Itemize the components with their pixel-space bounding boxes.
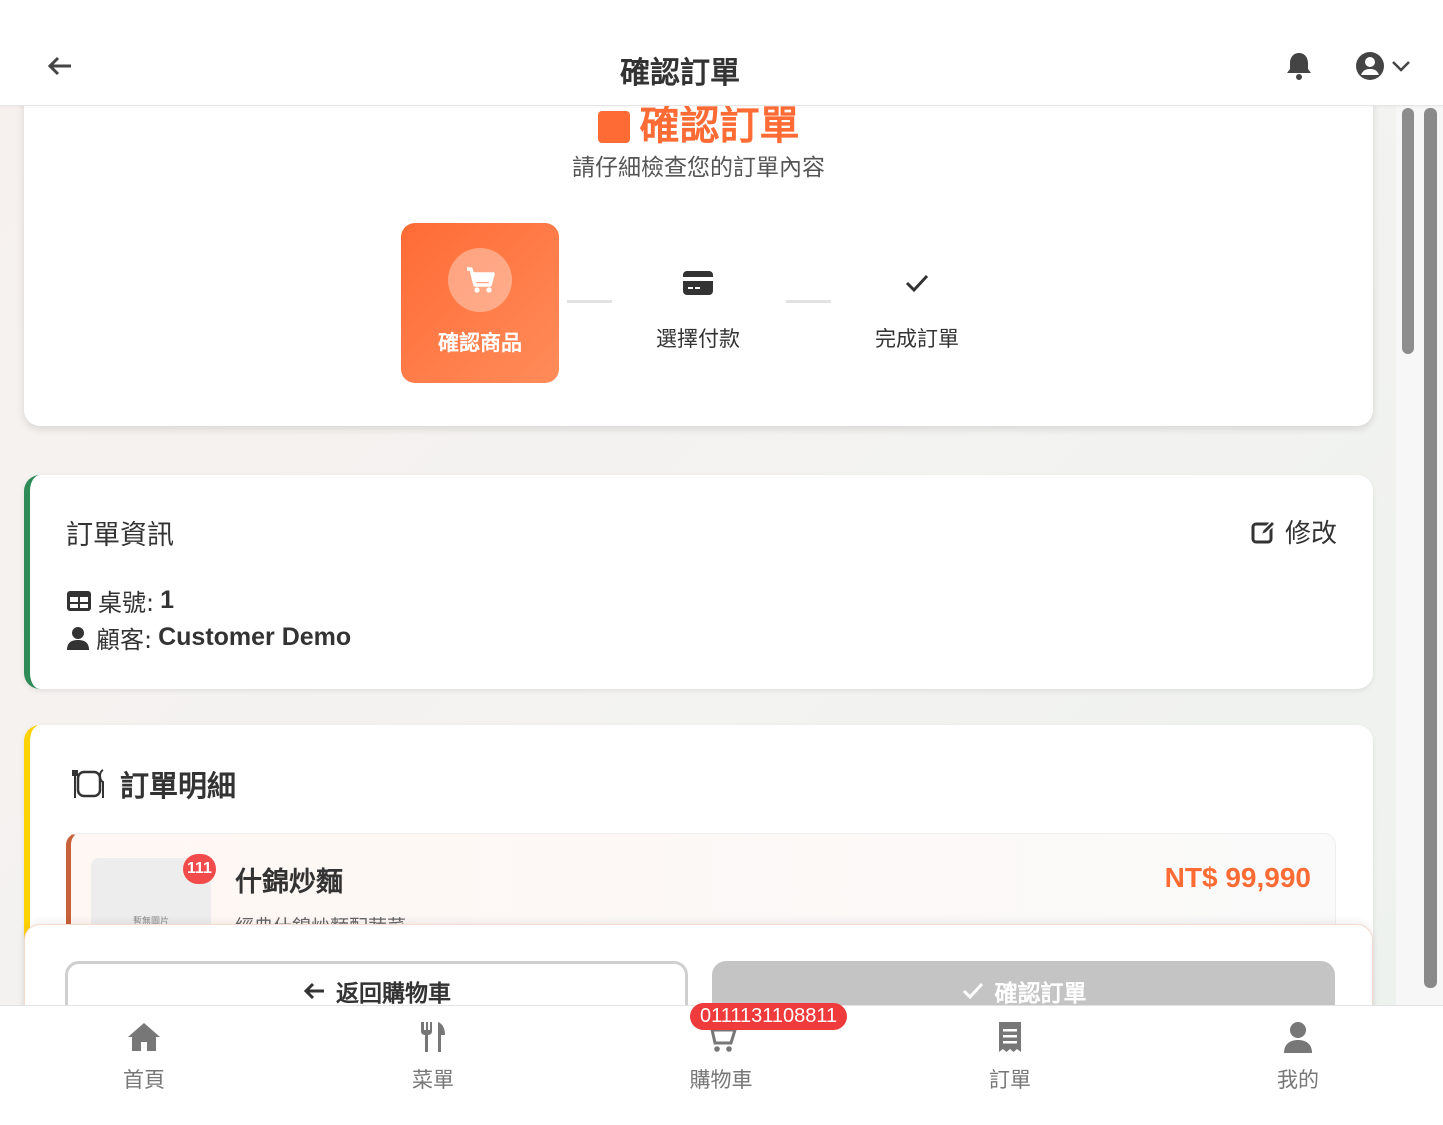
edit-icon xyxy=(1251,519,1277,543)
bell-icon xyxy=(1287,53,1311,80)
cart-count-badge: 0111131108811 xyxy=(690,1003,848,1030)
table-value: 1 xyxy=(160,586,174,614)
nav-menu[interactable]: 菜單 xyxy=(353,1018,513,1094)
receipt-icon xyxy=(999,1022,1021,1052)
edit-button[interactable]: 修改 xyxy=(1251,513,1337,550)
checkbox-check-icon xyxy=(597,111,630,143)
back-to-cart-button[interactable]: 返回購物車 xyxy=(65,961,688,1005)
arrow-left-icon xyxy=(303,982,324,1000)
home-icon xyxy=(128,1023,160,1051)
utensils-icon xyxy=(421,1022,445,1052)
step-connector xyxy=(567,300,612,303)
item-name: 什錦炒麵 xyxy=(235,867,343,898)
table-icon xyxy=(67,590,91,611)
step-icon-circle xyxy=(448,248,512,312)
top-header: 確認訂單 xyxy=(0,0,1443,106)
step-label: 完成訂單 xyxy=(875,327,959,351)
main-scroll-area[interactable]: 確認訂單 請仔細檢查您的訂單內容 確認商品 選擇付款 完成訂單 訂單資訊 修改 … xyxy=(0,0,1400,1005)
table-number-row: 桌號: 1 xyxy=(66,583,174,618)
cart-icon xyxy=(467,267,495,293)
user-menu-button[interactable] xyxy=(1354,50,1414,82)
scrollbar-thumb[interactable] xyxy=(1402,108,1414,354)
order-detail-title: 訂單明細 xyxy=(72,763,236,805)
step-label: 選擇付款 xyxy=(656,327,740,351)
notifications-button[interactable] xyxy=(1283,50,1315,82)
check-icon xyxy=(905,274,929,293)
confirm-order-button[interactable]: 確認訂單 xyxy=(712,961,1335,1005)
page-scrollbar-thumb[interactable] xyxy=(1424,108,1437,988)
dining-plate-icon xyxy=(72,769,104,798)
customer-row: 顧客: Customer Demo xyxy=(66,620,351,655)
edit-label: 修改 xyxy=(1284,519,1337,549)
order-info-card: 訂單資訊 修改 桌號: 1 顧客: Customer Demo xyxy=(24,475,1373,689)
nav-home[interactable]: 首頁 xyxy=(64,1018,224,1094)
order-info-title: 訂單資訊 xyxy=(66,520,174,551)
order-action-panel: 返回購物車 確認訂單 xyxy=(24,924,1373,1005)
customer-value: Customer Demo xyxy=(158,623,352,651)
page-title: 確認訂單 xyxy=(620,56,740,91)
nav-profile[interactable]: 我的 xyxy=(1218,1018,1378,1094)
table-label: 桌號: xyxy=(98,589,155,617)
credit-card-icon xyxy=(683,271,713,295)
step-select-payment[interactable]: 選擇付款 xyxy=(618,265,778,353)
user-circle-icon xyxy=(1356,52,1384,80)
check-icon xyxy=(962,982,983,1000)
step-complete-order[interactable]: 完成訂單 xyxy=(837,265,997,353)
quantity-badge: 111 xyxy=(183,854,216,884)
customer-label: 顧客: xyxy=(96,626,153,654)
user-icon xyxy=(67,626,89,650)
chevron-down-icon xyxy=(1392,61,1410,72)
step-confirm-items[interactable]: 確認商品 xyxy=(401,223,559,383)
user-icon xyxy=(1284,1022,1312,1053)
step-label: 確認商品 xyxy=(438,331,522,355)
step-connector xyxy=(786,300,831,303)
nav-orders[interactable]: 訂單 xyxy=(930,1018,1090,1094)
hero-subtitle: 請仔細檢查您的訂單內容 xyxy=(572,155,825,181)
item-price: NT$ 99,990 xyxy=(1164,862,1311,893)
order-steps-card: 確認訂單 請仔細檢查您的訂單內容 確認商品 選擇付款 完成訂單 xyxy=(24,60,1373,426)
